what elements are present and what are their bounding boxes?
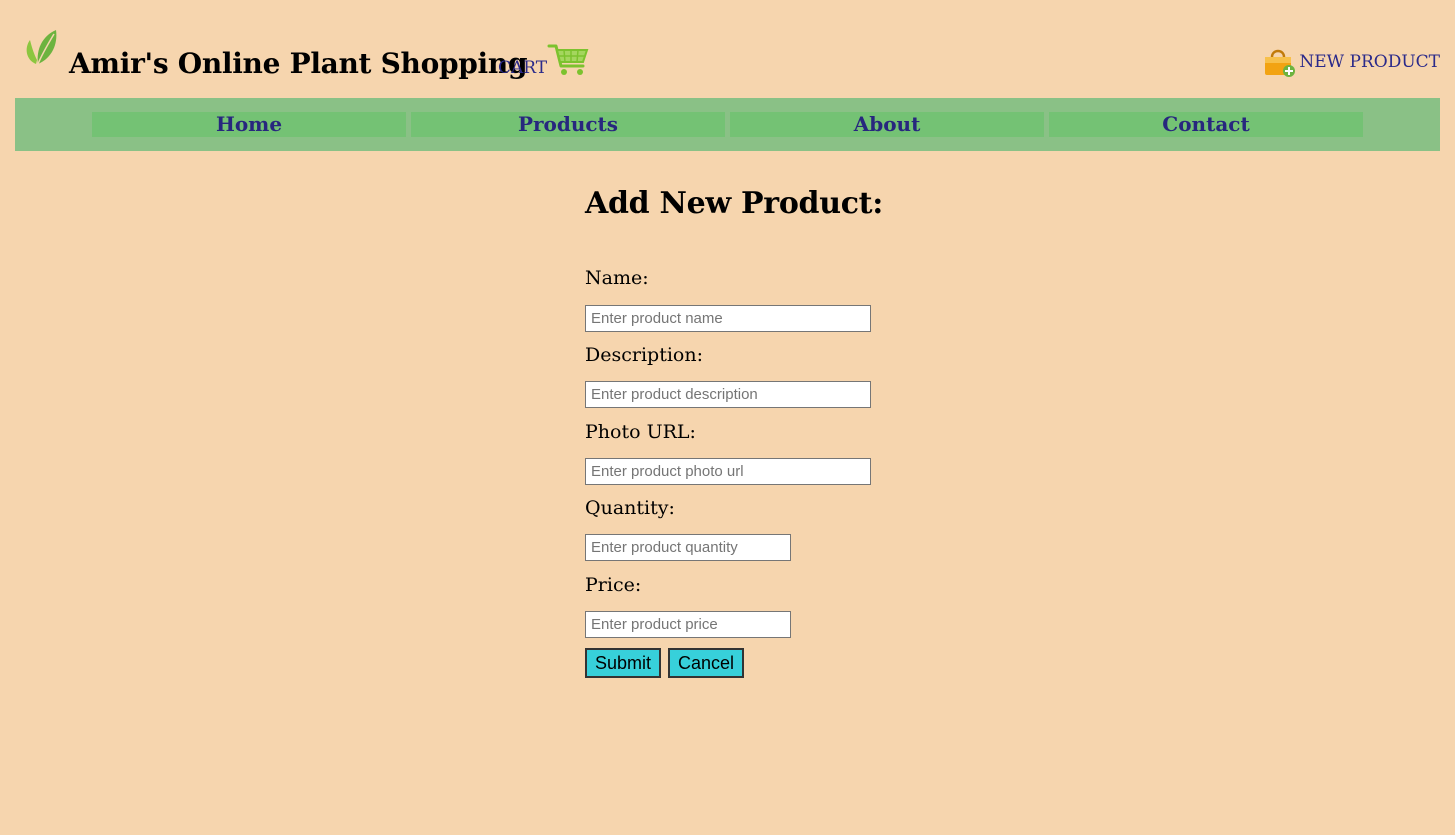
nav-item-home[interactable]: Home bbox=[92, 112, 406, 137]
shopping-cart-icon[interactable] bbox=[547, 43, 589, 77]
nav-item-about[interactable]: About bbox=[730, 112, 1044, 137]
name-input[interactable] bbox=[585, 305, 871, 332]
name-label: Name: bbox=[585, 267, 649, 289]
leaf-icon bbox=[26, 30, 57, 65]
nav-item-products[interactable]: Products bbox=[411, 112, 725, 137]
site-title: Amir's Online Plant Shopping bbox=[69, 47, 528, 80]
main-navbar: Home Products About Contact bbox=[15, 98, 1440, 151]
add-product-form: Add New Product: Name: Description: Phot… bbox=[585, 180, 985, 678]
price-label: Price: bbox=[585, 574, 642, 596]
description-label: Description: bbox=[585, 344, 703, 366]
new-product-link[interactable]: NEW PRODUCT bbox=[1262, 47, 1440, 77]
quantity-label: Quantity: bbox=[585, 497, 675, 519]
new-product-label: NEW PRODUCT bbox=[1299, 52, 1440, 72]
description-input[interactable] bbox=[585, 381, 871, 408]
photo-url-input[interactable] bbox=[585, 458, 871, 485]
shopping-bag-add-icon bbox=[1265, 49, 1296, 77]
page-title: Add New Product: bbox=[585, 186, 884, 221]
cart-link[interactable]: CART bbox=[498, 58, 547, 78]
price-input[interactable] bbox=[585, 611, 791, 638]
submit-button[interactable]: Submit bbox=[585, 648, 662, 678]
quantity-input[interactable] bbox=[585, 534, 791, 561]
photo-url-label: Photo URL: bbox=[585, 421, 696, 443]
cancel-button[interactable]: Cancel bbox=[668, 648, 745, 678]
site-header: Amir's Online Plant Shopping CART NEW PR… bbox=[0, 0, 1455, 98]
nav-item-contact[interactable]: Contact bbox=[1049, 112, 1363, 137]
